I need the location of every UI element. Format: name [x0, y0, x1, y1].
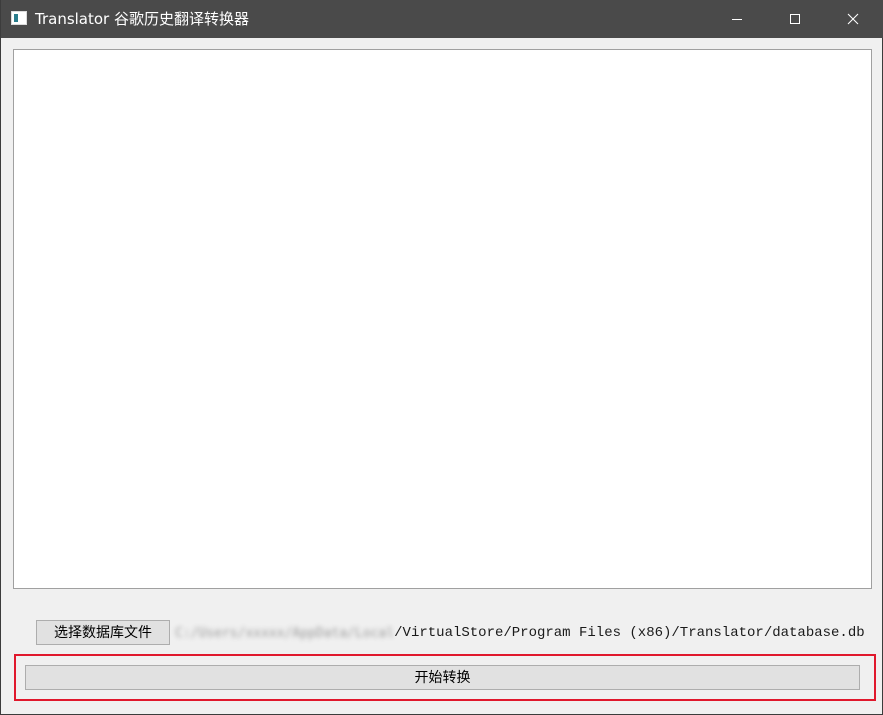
- title-bar[interactable]: Translator 谷歌历史翻译转换器: [1, 0, 883, 38]
- maximize-button[interactable]: [766, 0, 824, 38]
- minimize-icon: [732, 19, 742, 20]
- database-path-label: C:/Users/xxxxx/AppData/Local /VirtualSto…: [175, 622, 865, 644]
- close-button[interactable]: [824, 0, 882, 38]
- database-path-obscured: C:/Users/xxxxx/AppData/Local: [175, 625, 395, 641]
- output-text-area[interactable]: [13, 49, 872, 589]
- app-window: Translator 谷歌历史翻译转换器 选择数据库文件 C:/Users/xx…: [0, 0, 883, 715]
- database-path-visible: /VirtualStore/Program Files (x86)/Transl…: [394, 625, 865, 641]
- minimize-button[interactable]: [708, 0, 766, 38]
- app-window-icon: [11, 11, 27, 25]
- select-database-file-button[interactable]: 选择数据库文件: [36, 620, 170, 645]
- close-icon: [847, 13, 859, 25]
- window-title: Translator 谷歌历史翻译转换器: [35, 10, 249, 28]
- maximize-icon: [790, 14, 800, 24]
- start-conversion-button[interactable]: 开始转换: [25, 665, 860, 690]
